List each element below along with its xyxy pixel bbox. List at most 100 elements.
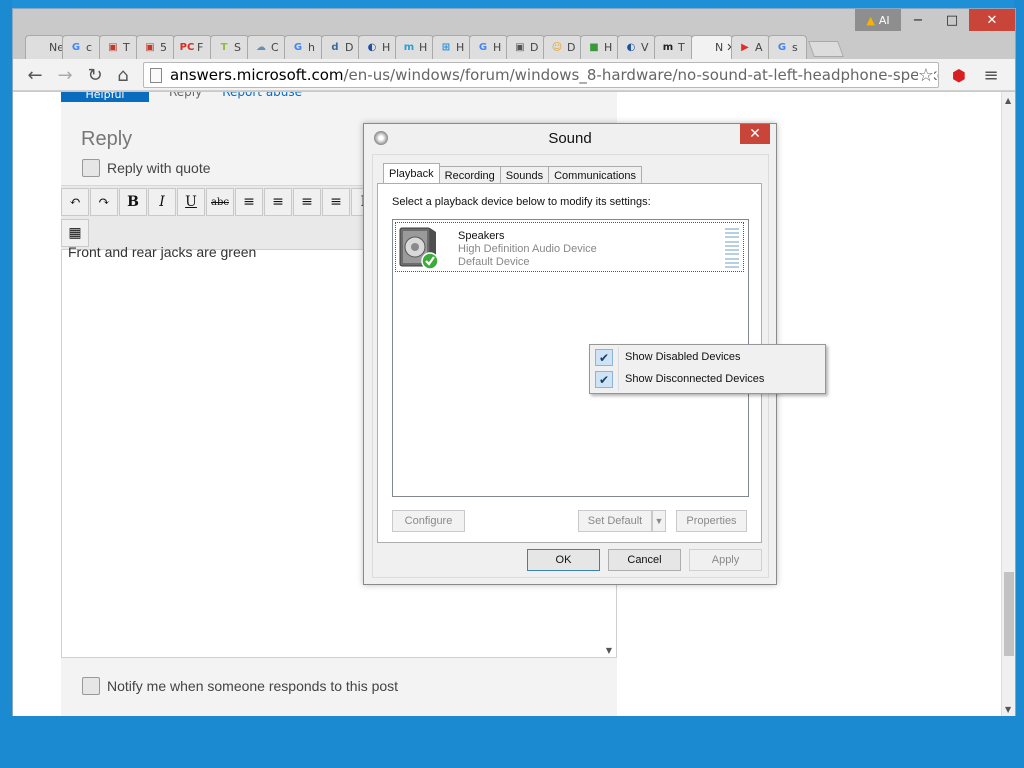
set-default-dropdown-icon[interactable]: ▼ xyxy=(652,510,666,532)
browser-tab[interactable]: ☁ C xyxy=(247,35,286,59)
google-icon: G xyxy=(478,42,488,53)
table-button[interactable]: ▦ xyxy=(61,219,89,247)
tab-label: C xyxy=(271,41,279,54)
ok-button[interactable]: OK xyxy=(527,549,600,571)
playback-instruction: Select a playback device below to modify… xyxy=(392,196,651,208)
url-host: answers.microsoft.com xyxy=(170,66,344,84)
tab-label: c xyxy=(86,41,93,54)
bookmark-star-icon[interactable]: ☆ xyxy=(917,65,934,86)
tab-label: 5 xyxy=(160,41,167,54)
browser-tab[interactable]: ▣ 5 xyxy=(136,35,175,59)
device-row-speakers[interactable]: Speakers High Definition Audio Device De… xyxy=(395,222,744,272)
tab-strip: NewGc▣T▣5PCFTS☁CGhdD◐HmH⊞HGH▣D☺D■H◐VmTN✕… xyxy=(25,31,844,59)
menu-item-show-disconnected[interactable]: ✔ Show Disconnected Devices xyxy=(592,369,823,390)
checkmark-icon: ✔ xyxy=(595,349,613,366)
browser-tab[interactable]: N✕ xyxy=(691,35,733,59)
address-bar[interactable]: answers.microsoft.com/en-us/windows/foru… xyxy=(143,62,939,88)
browser-tab[interactable]: mT xyxy=(654,35,693,59)
tab-label: V xyxy=(641,41,649,54)
minimize-button[interactable]: − xyxy=(901,9,935,31)
properties-button[interactable]: Properties xyxy=(676,510,747,532)
browser-tab[interactable]: dD xyxy=(321,35,360,59)
face-icon: ☺ xyxy=(551,42,563,53)
reload-button[interactable]: ↻ xyxy=(83,64,107,86)
browser-tab[interactable]: mH xyxy=(395,35,434,59)
back-button[interactable]: ← xyxy=(23,64,47,86)
browser-tab[interactable]: Gc xyxy=(62,35,101,59)
tab-label: T xyxy=(678,41,685,54)
browser-tab[interactable]: ◐ V xyxy=(617,35,656,59)
helpful-button[interactable]: Helpful xyxy=(61,92,149,102)
tab-label: D xyxy=(530,41,539,54)
browser-tab[interactable]: ⊞ H xyxy=(432,35,471,59)
apply-button[interactable]: Apply xyxy=(689,549,762,571)
menu-icon[interactable]: ≡ xyxy=(979,64,1003,86)
tab-label: D xyxy=(567,41,576,54)
browser-tab[interactable]: ■ H xyxy=(580,35,619,59)
ring-icon: ◐ xyxy=(367,42,377,53)
tab-label: h xyxy=(308,41,315,54)
italic-button[interactable]: I xyxy=(148,188,176,216)
underline-button[interactable]: U xyxy=(177,188,205,216)
configure-button[interactable]: Configure xyxy=(392,510,465,532)
close-button[interactable]: ✕ xyxy=(969,9,1015,31)
reply-link[interactable]: Reply xyxy=(169,92,202,102)
cancel-button[interactable]: Cancel xyxy=(608,549,681,571)
align-center-button[interactable]: ≡ xyxy=(264,188,292,216)
menu-item-label: Show Disconnected Devices xyxy=(625,373,765,385)
browser-titlebar: ▲AI − □ ✕ NewGc▣T▣5PCFTS☁CGhdD◐HmH⊞HGH▣D… xyxy=(13,9,1015,59)
redo-button[interactable]: ↷ xyxy=(90,188,118,216)
pc-icon: ▣ xyxy=(515,42,525,53)
scroll-down-icon[interactable]: ▼ xyxy=(1005,705,1011,714)
align-right-button[interactable]: ≡ xyxy=(293,188,321,216)
tab-label: H xyxy=(382,41,391,54)
align-left-button[interactable]: ≡ xyxy=(235,188,263,216)
ring-icon: ◐ xyxy=(626,42,636,53)
menu-item-show-disabled[interactable]: ✔ Show Disabled Devices xyxy=(592,347,823,368)
device-context-menu: ✔ Show Disabled Devices ✔ Show Disconnec… xyxy=(589,344,826,394)
page-scrollbar[interactable]: ▲ ▼ xyxy=(1001,92,1015,716)
undo-button[interactable]: ↶ xyxy=(61,188,89,216)
tab-label: s xyxy=(792,41,798,54)
browser-tab[interactable]: ▣ D xyxy=(506,35,545,59)
dialog-title: Sound xyxy=(548,130,592,147)
forward-button[interactable]: → xyxy=(53,64,77,86)
menu-item-label: Show Disabled Devices xyxy=(625,351,741,363)
browser-tab[interactable]: GH xyxy=(469,35,508,59)
home-button[interactable]: ⌂ xyxy=(111,64,135,86)
notify-checkbox[interactable] xyxy=(82,677,100,695)
editor-text: Front and rear jacks are green xyxy=(68,244,257,260)
browser-tab[interactable]: PC F xyxy=(173,35,212,59)
browser-tab[interactable]: ▣ T xyxy=(99,35,138,59)
pc-icon: ▣ xyxy=(108,42,118,53)
browser-tab[interactable]: ▶ A xyxy=(731,35,770,59)
desktop-background xyxy=(0,0,12,768)
report-abuse-link[interactable]: Report abuse xyxy=(222,92,302,102)
page-icon xyxy=(150,67,162,83)
bold-button[interactable]: B xyxy=(119,188,147,216)
strikethrough-button[interactable]: abc xyxy=(206,188,234,216)
alert-badge[interactable]: ▲ AI xyxy=(855,9,901,31)
justify-button[interactable]: ≡ xyxy=(322,188,350,216)
set-default-button[interactable]: Set Default xyxy=(578,510,652,532)
browser-toolbar: ← → ↻ ⌂ answers.microsoft.com/en-us/wind… xyxy=(13,59,1015,91)
tab-label: S xyxy=(234,41,241,54)
new-tab-button[interactable] xyxy=(808,41,844,57)
browser-tab[interactable]: TS xyxy=(210,35,249,59)
dialog-close-button[interactable]: ✕ xyxy=(740,124,770,144)
adblock-icon[interactable]: ⬢ xyxy=(947,64,971,86)
browser-tab[interactable]: New xyxy=(25,35,64,59)
scroll-up-icon[interactable]: ▲ xyxy=(1005,96,1011,105)
scroll-thumb[interactable] xyxy=(1004,572,1014,656)
tab-label: T xyxy=(123,41,130,54)
tab-label: N xyxy=(715,41,724,54)
browser-tab[interactable]: ☺ D xyxy=(543,35,582,59)
google-icon: G xyxy=(293,42,303,53)
editor-scroll-down-icon[interactable]: ▼ xyxy=(606,646,612,655)
device-name: Speakers xyxy=(458,230,505,242)
browser-tab[interactable]: Gh xyxy=(284,35,323,59)
reply-with-quote-checkbox[interactable] xyxy=(82,159,100,177)
browser-tab[interactable]: Gs xyxy=(768,35,807,59)
browser-tab[interactable]: ◐ H xyxy=(358,35,397,59)
maximize-button[interactable]: □ xyxy=(935,9,969,31)
